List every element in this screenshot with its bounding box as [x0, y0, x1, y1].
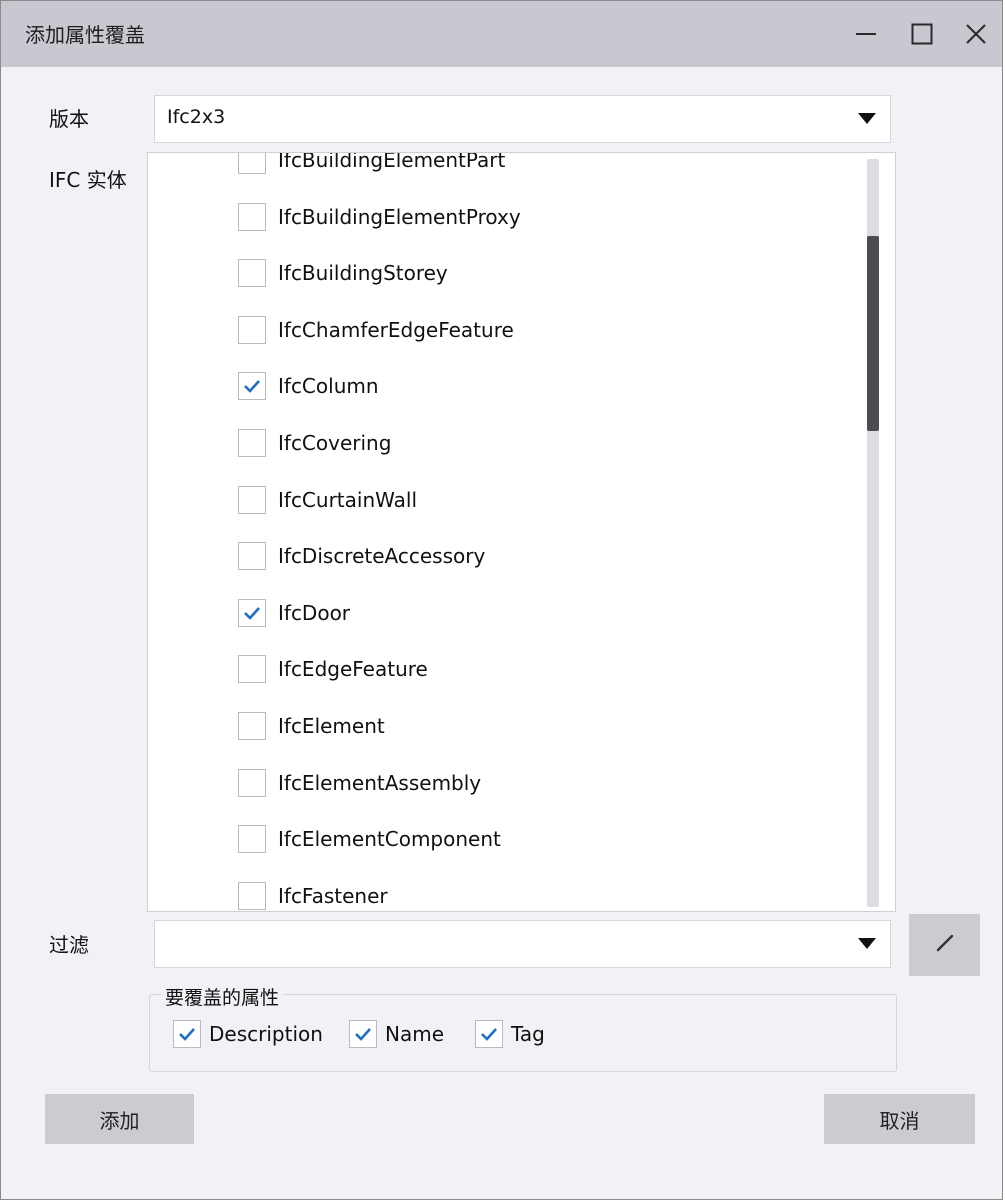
checkmark-icon	[243, 379, 261, 394]
checkbox-checked[interactable]	[349, 1020, 377, 1048]
checkbox[interactable]	[238, 542, 266, 571]
checkmark-icon	[243, 606, 261, 620]
entity-list-item[interactable]: IfcBuildingElementPart	[238, 152, 506, 175]
checkbox-checked[interactable]	[173, 1020, 201, 1048]
entity-list-item[interactable]: IfcElement	[238, 711, 385, 741]
properties-legend: 要覆盖的属性	[161, 983, 284, 1010]
version-label: 版本	[49, 107, 89, 131]
entity-list-item[interactable]: IfcCovering	[238, 428, 391, 458]
filter-label: 过滤	[49, 933, 89, 957]
checkbox[interactable]	[238, 429, 266, 457]
checkbox[interactable]	[238, 202, 266, 231]
entity-list-item[interactable]: IfcElementComponent	[238, 824, 501, 854]
entity-item-label: IfcChamferEdgeFeature	[278, 317, 514, 342]
entity-list-item[interactable]: IfcCurtainWall	[238, 485, 417, 515]
minimize-icon	[855, 23, 877, 45]
checkmark-icon	[480, 1027, 498, 1041]
checkmark-icon	[178, 1027, 196, 1041]
entity-list-item[interactable]: IfcColumn	[238, 371, 379, 401]
property-label: Tag	[511, 1022, 545, 1046]
checkbox[interactable]	[238, 485, 266, 514]
checkmark-icon	[354, 1027, 372, 1041]
chevron-down-icon	[858, 113, 876, 124]
entity-item-label: IfcBuildingElementPart	[278, 152, 506, 172]
entity-list-item[interactable]: IfcDoor	[238, 598, 350, 628]
entity-item-label: IfcElementAssembly	[278, 770, 482, 795]
checkbox-checked[interactable]	[238, 372, 266, 401]
title-bar[interactable]: 添加属性覆盖	[1, 1, 1002, 67]
chevron-down-icon	[858, 938, 876, 949]
entity-list-item[interactable]: IfcBuildingElementProxy	[238, 202, 521, 232]
entity-item-label: IfcBuildingStorey	[278, 261, 448, 286]
checkbox[interactable]	[238, 768, 266, 797]
pencil-icon	[933, 931, 957, 959]
entity-item-label: IfcBuildingElementProxy	[278, 204, 521, 229]
checkbox[interactable]	[238, 881, 266, 910]
minimize-button[interactable]	[843, 11, 889, 57]
entity-item-label: IfcDiscreteAccessory	[278, 544, 486, 569]
entity-item-label: IfcDoor	[278, 600, 351, 625]
checkbox[interactable]	[238, 825, 266, 854]
checkbox-checked[interactable]	[238, 598, 266, 627]
maximize-icon	[911, 23, 933, 45]
checkbox[interactable]	[238, 315, 266, 344]
entity-list-item[interactable]: IfcEdgeFeature	[238, 654, 428, 684]
add-button[interactable]: 添加	[45, 1094, 194, 1144]
entity-item-label: IfcEdgeFeature	[278, 657, 428, 682]
close-icon	[965, 23, 987, 45]
scrollbar-thumb[interactable]	[867, 236, 879, 431]
maximize-button[interactable]	[899, 11, 945, 57]
version-select[interactable]: Ifc2x3	[154, 95, 891, 143]
property-option[interactable]: Tag	[475, 1020, 545, 1048]
entity-item-label: IfcCovering	[278, 431, 392, 455]
property-label: Name	[385, 1022, 445, 1046]
property-option[interactable]: Name	[349, 1020, 444, 1048]
close-button[interactable]	[953, 11, 999, 57]
entity-item-label: IfcColumn	[278, 374, 379, 399]
entity-item-label: IfcElement	[278, 714, 385, 738]
entity-item-label: IfcFastener	[278, 883, 388, 908]
scrollbar[interactable]	[867, 159, 879, 907]
entity-item-label: IfcCurtainWall	[278, 487, 417, 512]
cancel-button[interactable]: 取消	[824, 1094, 975, 1144]
checkbox[interactable]	[238, 153, 266, 174]
property-label: Description	[209, 1022, 323, 1046]
entity-item-label: IfcElementComponent	[278, 827, 501, 852]
entity-list-item[interactable]: IfcBuildingStorey	[238, 258, 448, 288]
checkbox[interactable]	[238, 655, 266, 684]
entity-list-item[interactable]: IfcElementAssembly	[238, 768, 481, 798]
entity-label: IFC 实体	[49, 168, 127, 192]
entity-list-item[interactable]: IfcFastener	[238, 881, 388, 911]
entity-list-item[interactable]: IfcDiscreteAccessory	[238, 541, 485, 571]
filter-select[interactable]	[154, 920, 891, 968]
window-title: 添加属性覆盖	[25, 23, 145, 47]
checkbox[interactable]	[238, 259, 266, 288]
entity-list-item[interactable]: IfcChamferEdgeFeature	[238, 315, 514, 345]
checkbox[interactable]	[238, 712, 266, 740]
property-option[interactable]: Description	[173, 1020, 323, 1048]
entity-list[interactable]: IfcBuildingElementPart IfcBuildingElement…	[147, 152, 896, 912]
version-value: Ifc2x3	[167, 106, 226, 128]
checkbox-checked[interactable]	[475, 1020, 503, 1048]
edit-filter-button[interactable]	[909, 914, 980, 976]
add-property-override-dialog: 添加属性覆盖 版本 Ifc2x3 IFC 实体 IfcBuildingEleme…	[0, 0, 1003, 1200]
